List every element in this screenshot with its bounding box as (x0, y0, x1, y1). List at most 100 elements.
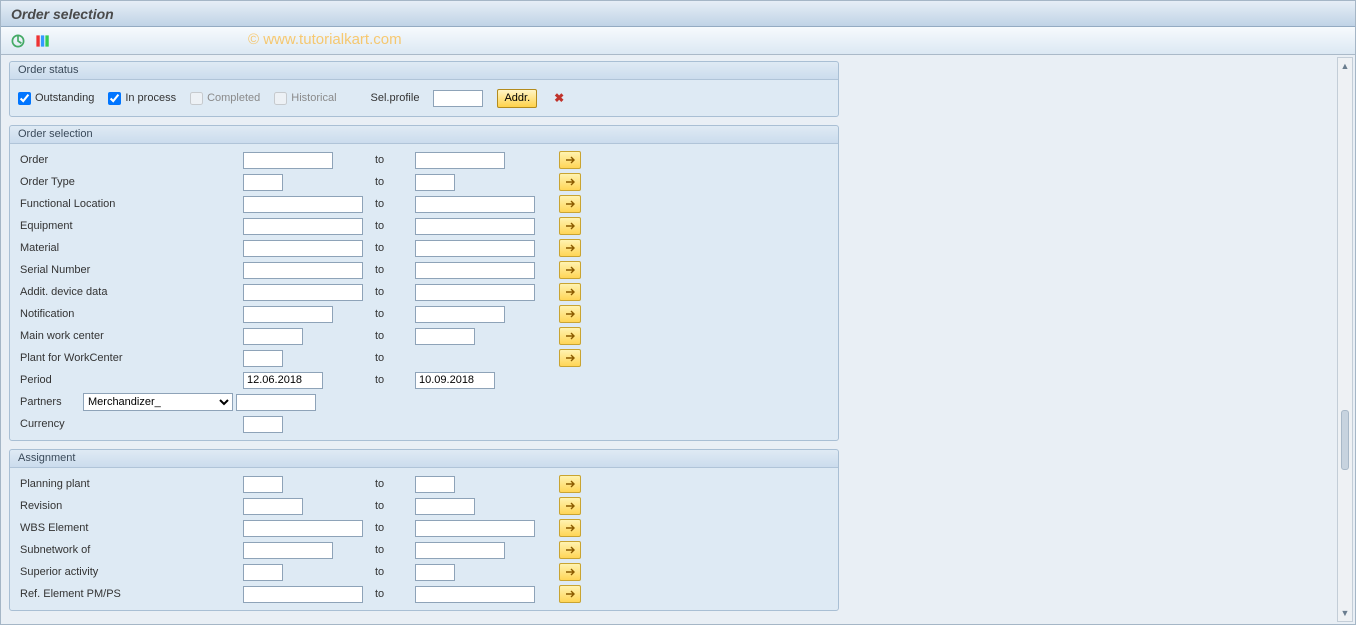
to-label: to (375, 176, 415, 188)
to-label: to (375, 220, 415, 232)
multiple-selection-button[interactable] (559, 217, 581, 235)
field-label: Serial Number (18, 264, 243, 276)
addr-button[interactable]: Addr. (497, 89, 537, 108)
multiple-selection-button[interactable] (559, 541, 581, 559)
to-label: to (375, 478, 415, 490)
selection-row: Notificationto (18, 303, 830, 325)
multiple-selection-button[interactable] (559, 497, 581, 515)
from-input[interactable] (243, 350, 283, 367)
from-input[interactable] (243, 564, 283, 581)
partners-input[interactable] (236, 394, 316, 411)
multiple-selection-button[interactable] (559, 195, 581, 213)
to-input[interactable] (415, 152, 505, 169)
from-input[interactable] (243, 520, 363, 537)
from-input[interactable] (243, 262, 363, 279)
field-label: WBS Element (18, 522, 243, 534)
title-bar: Order selection (1, 1, 1355, 27)
historical-checkbox-wrap: Historical (274, 92, 336, 105)
to-input[interactable] (415, 174, 455, 191)
to-input[interactable] (415, 542, 505, 559)
multiple-selection-button[interactable] (559, 563, 581, 581)
from-input[interactable] (243, 476, 283, 493)
selection-row: Planning plantto (18, 473, 830, 495)
outstanding-checkbox[interactable] (18, 92, 31, 105)
from-input[interactable] (243, 328, 303, 345)
multiple-selection-button[interactable] (559, 475, 581, 493)
to-label: to (375, 286, 415, 298)
completed-checkbox-wrap: Completed (190, 92, 260, 105)
to-input[interactable] (415, 262, 535, 279)
field-label: Notification (18, 308, 243, 320)
to-input[interactable] (415, 306, 505, 323)
outstanding-checkbox-wrap[interactable]: Outstanding (18, 92, 94, 105)
variant-icon[interactable] (33, 32, 51, 50)
from-input[interactable] (243, 372, 323, 389)
multiple-selection-button[interactable] (559, 173, 581, 191)
field-label: Superior activity (18, 566, 243, 578)
to-input[interactable] (415, 372, 495, 389)
multiple-selection-button[interactable] (559, 349, 581, 367)
sel-profile-input[interactable] (433, 90, 483, 107)
partners-dropdown[interactable]: Merchandizer_ (83, 393, 233, 411)
selection-row: Revisionto (18, 495, 830, 517)
order-status-group: Order status Outstanding In process Comp… (9, 61, 839, 117)
multiple-selection-button[interactable] (559, 239, 581, 257)
multiple-selection-button[interactable] (559, 519, 581, 537)
multiple-selection-button[interactable] (559, 151, 581, 169)
selection-row: Equipmentto (18, 215, 830, 237)
sel-profile-label: Sel.profile (371, 92, 420, 104)
inprocess-checkbox-wrap[interactable]: In process (108, 92, 176, 105)
selection-row: Addit. device data to (18, 281, 830, 303)
watermark-text: © www.tutorialkart.com (248, 31, 402, 48)
from-input[interactable] (243, 218, 363, 235)
selection-row: Superior activityto (18, 561, 830, 583)
field-label: Material (18, 242, 243, 254)
multiple-selection-button[interactable] (559, 305, 581, 323)
to-label: to (375, 330, 415, 342)
selection-row: Periodto (18, 369, 830, 391)
from-input[interactable] (243, 306, 333, 323)
multiple-selection-button[interactable] (559, 261, 581, 279)
from-input[interactable] (243, 284, 363, 301)
order-selection-legend: Order selection (10, 126, 838, 144)
to-label: to (375, 374, 415, 386)
scroll-thumb[interactable] (1341, 410, 1349, 470)
delete-icon[interactable]: ✖ (551, 91, 567, 105)
multiple-selection-button[interactable] (559, 585, 581, 603)
to-input[interactable] (415, 476, 455, 493)
to-input[interactable] (415, 240, 535, 257)
from-input[interactable] (243, 542, 333, 559)
content-area: Order status Outstanding In process Comp… (1, 55, 1355, 624)
outstanding-label: Outstanding (35, 92, 94, 104)
to-input[interactable] (415, 328, 475, 345)
multiple-selection-button[interactable] (559, 283, 581, 301)
vertical-scrollbar[interactable]: ▲ ▼ (1337, 57, 1353, 622)
multiple-selection-button[interactable] (559, 327, 581, 345)
selection-row: Orderto (18, 149, 830, 171)
to-input[interactable] (415, 196, 535, 213)
to-input[interactable] (415, 564, 455, 581)
to-input[interactable] (415, 586, 535, 603)
to-input[interactable] (415, 498, 475, 515)
order-status-legend: Order status (10, 62, 838, 80)
to-input[interactable] (415, 284, 535, 301)
inprocess-checkbox[interactable] (108, 92, 121, 105)
from-input[interactable] (243, 152, 333, 169)
from-input[interactable] (243, 174, 283, 191)
field-label: Functional Location (18, 198, 243, 210)
field-label: Addit. device data (18, 286, 243, 298)
to-input[interactable] (415, 520, 535, 537)
to-input[interactable] (415, 218, 535, 235)
execute-icon[interactable] (9, 32, 27, 50)
from-input[interactable] (243, 240, 363, 257)
currency-input[interactable] (243, 416, 283, 433)
from-input[interactable] (243, 498, 303, 515)
historical-label: Historical (291, 92, 336, 104)
completed-label: Completed (207, 92, 260, 104)
scroll-down-icon[interactable]: ▼ (1338, 605, 1352, 621)
field-label: Ref. Element PM/PS (18, 588, 243, 600)
to-label: to (375, 242, 415, 254)
scroll-up-icon[interactable]: ▲ (1338, 58, 1352, 74)
from-input[interactable] (243, 196, 363, 213)
from-input[interactable] (243, 586, 363, 603)
